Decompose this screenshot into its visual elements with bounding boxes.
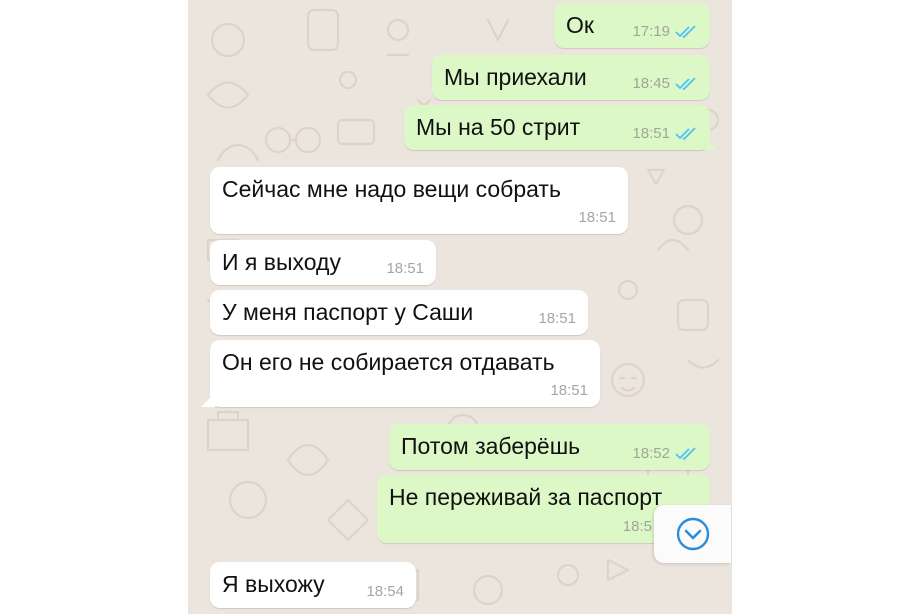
message-bubble-incoming[interactable]: Он его не собирается отдавать 18:51: [201, 340, 600, 407]
message-text: И я выходу: [222, 249, 341, 275]
message-text: Он его не собирается отдавать: [222, 349, 555, 375]
bubble-tail: [705, 136, 717, 150]
message-time: 18:51: [632, 125, 670, 142]
message-bubble-outgoing[interactable]: Потом заберёшь 18:52: [389, 424, 710, 470]
message-time: 18:51: [386, 260, 424, 277]
message-meta: 18:52: [632, 445, 698, 463]
message-text: Потом заберёшь: [401, 433, 581, 459]
message-text: Мы на 50 стрит: [416, 114, 581, 140]
message-text: Я выхожу: [222, 571, 325, 597]
message-meta: 18:5: [623, 518, 652, 536]
message-meta: 18:45: [632, 75, 698, 93]
message-meta: 17:19: [632, 23, 698, 41]
message-text: Не переживай за паспорт: [389, 484, 663, 510]
message-text: Сейчас мне надо вещи собрать: [222, 176, 561, 202]
message-text: Ок: [566, 12, 594, 38]
message-meta: 18:51: [578, 209, 616, 227]
chevron-down-circle-icon: [676, 517, 709, 551]
double-check-read-icon: [675, 25, 696, 39]
message-time: 17:19: [632, 23, 670, 40]
message-meta: 18:54: [366, 583, 404, 601]
message-time: 18:51: [538, 310, 576, 327]
message-bubble-incoming[interactable]: Я выхожу 18:54: [210, 562, 416, 608]
message-meta: 18:51: [550, 382, 588, 400]
message-bubble-outgoing[interactable]: Мы приехали 18:45: [432, 55, 710, 100]
message-text: Мы приехали: [444, 64, 587, 90]
message-time: 18:51: [550, 382, 588, 399]
message-time: 18:5: [622, 518, 652, 535]
message-time: 18:54: [366, 583, 404, 600]
double-check-read-icon: [675, 127, 696, 141]
chat-view[interactable]: Ок 17:19 Мы приехали 18:45 Мы на 50 стри…: [188, 0, 732, 614]
message-time: 18:45: [632, 75, 670, 92]
message-bubble-outgoing[interactable]: Ок 17:19: [554, 3, 710, 48]
message-meta: 18:51: [632, 125, 698, 143]
message-time: 18:52: [632, 445, 670, 462]
bubble-tail: [201, 393, 215, 407]
double-check-read-icon: [675, 77, 696, 91]
message-time: 18:51: [578, 209, 616, 226]
message-bubble-incoming[interactable]: И я выходу 18:51: [210, 240, 436, 285]
message-bubble-incoming[interactable]: Сейчас мне надо вещи собрать 18:51: [210, 167, 628, 234]
message-bubble-outgoing[interactable]: Мы на 50 стрит 18:51: [404, 105, 717, 150]
message-meta: 18:51: [386, 260, 424, 278]
message-bubble-incoming[interactable]: У меня паспорт у Саши 18:51: [210, 290, 588, 335]
message-text: У меня паспорт у Саши: [222, 299, 474, 325]
double-check-read-icon: [675, 447, 696, 461]
scroll-to-bottom-button[interactable]: [654, 505, 731, 563]
message-meta: 18:51: [538, 310, 576, 328]
